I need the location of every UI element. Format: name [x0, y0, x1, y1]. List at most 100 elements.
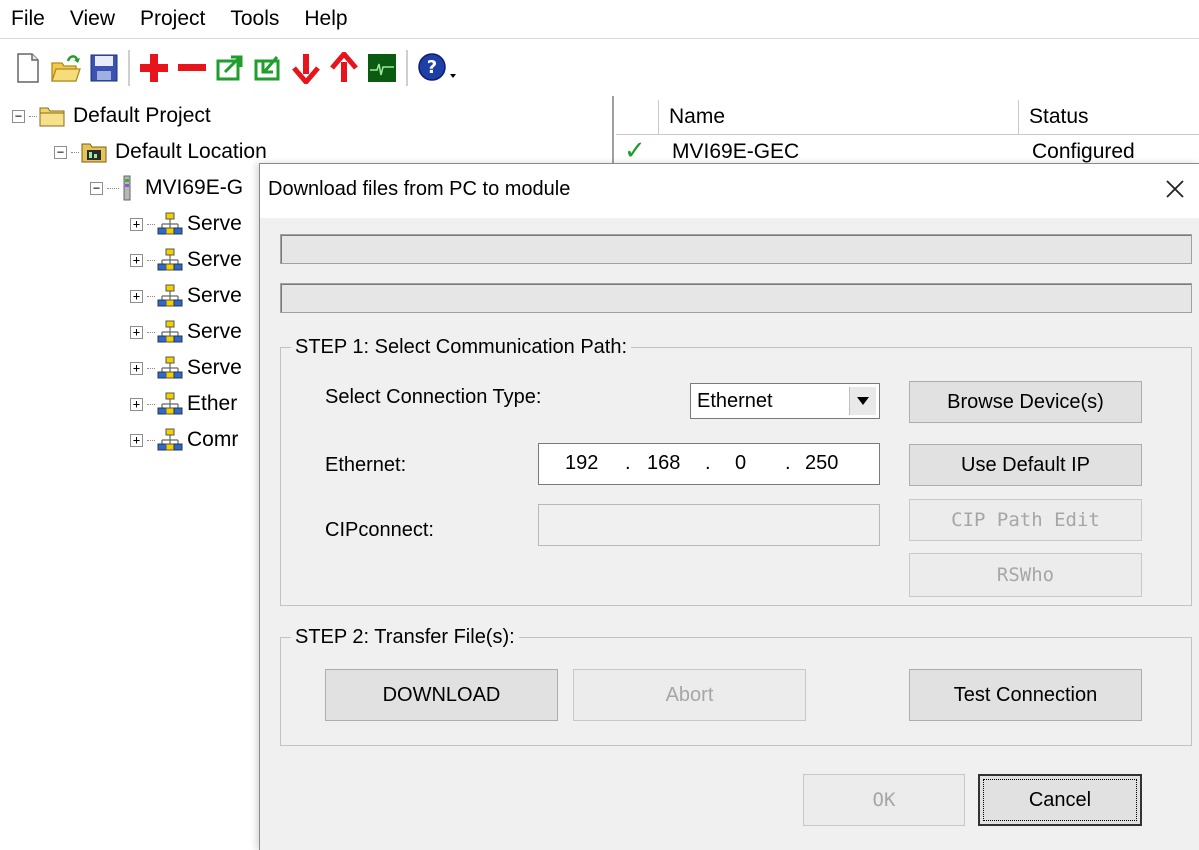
remove-button[interactable]	[176, 50, 208, 86]
download-dialog: Download files from PC to module STEP 1:…	[259, 163, 1199, 850]
dropdown-button[interactable]	[849, 387, 876, 415]
column-header-name[interactable]: Name	[658, 100, 1018, 134]
use-default-ip-button[interactable]: Use Default IP	[909, 444, 1142, 486]
ip-octet-2[interactable]: 168	[647, 452, 680, 475]
collapse-toggle[interactable]: −	[54, 145, 67, 159]
location-icon	[81, 143, 107, 163]
open-folder-icon	[51, 55, 81, 82]
tree-connector	[71, 151, 79, 153]
progress-bar-secondary	[280, 283, 1192, 313]
network-icon	[157, 284, 183, 307]
cancel-button[interactable]: Cancel	[978, 774, 1142, 826]
dialog-titlebar: Download files from PC to module	[260, 164, 1199, 218]
module-icon	[123, 175, 131, 201]
column-header-status[interactable]: Status	[1018, 100, 1199, 134]
ip-address-input[interactable]: 192 . 168 . 0 . 250	[538, 443, 880, 485]
collapse-toggle[interactable]: −	[90, 181, 103, 195]
toolbar-separator	[128, 50, 130, 86]
download-icon	[292, 54, 320, 84]
open-button[interactable]	[50, 50, 82, 86]
tree-item-label: Default Location	[115, 140, 267, 163]
expand-toggle[interactable]: +	[130, 325, 143, 339]
diagnostics-button[interactable]	[366, 50, 398, 86]
import-icon	[254, 56, 280, 81]
tree-item-ethernet[interactable]: + Ether	[130, 387, 237, 421]
close-button[interactable]	[1160, 174, 1190, 204]
download-button[interactable]	[290, 50, 322, 86]
expand-toggle[interactable]: +	[130, 217, 143, 231]
save-button[interactable]	[88, 50, 120, 86]
tree-item-module[interactable]: − MVI69E-G	[90, 171, 243, 205]
toolbar-separator	[406, 50, 408, 86]
tree-item-label: MVI69E-G	[145, 176, 244, 199]
cip-path-edit-button[interactable]: CIP Path Edit	[909, 499, 1142, 541]
save-icon	[90, 54, 118, 82]
tree-connector	[147, 259, 155, 261]
diagnostics-icon	[368, 54, 396, 82]
tree-connector	[147, 331, 155, 333]
step2-legend: STEP 2: Transfer File(s):	[295, 626, 515, 648]
browse-devices-button[interactable]: Browse Device(s)	[909, 381, 1142, 423]
menu-view[interactable]: View	[59, 0, 129, 38]
export-button[interactable]	[214, 50, 246, 86]
ip-octet-3[interactable]: 0	[735, 452, 746, 475]
tree-item-server-3[interactable]: + Serve	[130, 279, 242, 313]
rswho-button[interactable]: RSWho	[909, 553, 1142, 597]
menu-help[interactable]: Help	[293, 0, 361, 38]
tree-item-server-4[interactable]: + Serve	[130, 315, 242, 349]
progress-bar-primary	[280, 234, 1192, 264]
cipconnect-label: CIPconnect:	[325, 519, 434, 541]
tree-connector	[29, 115, 37, 117]
menu-bar: File View Project Tools Help	[0, 0, 1199, 39]
ethernet-label: Ethernet:	[325, 454, 407, 476]
abort-button[interactable]: Abort	[573, 669, 806, 721]
collapse-toggle[interactable]: −	[12, 109, 25, 123]
remove-icon	[178, 64, 206, 71]
tree-item-label: Serve	[187, 248, 242, 271]
ok-button[interactable]: OK	[803, 774, 965, 826]
connection-type-select[interactable]: Ethernet	[690, 383, 880, 419]
list-cell-name: MVI69E-GEC	[672, 140, 800, 163]
column-header-check[interactable]	[616, 100, 658, 134]
tree-item-server-5[interactable]: + Serve	[130, 351, 242, 385]
ip-octet-4[interactable]: 250	[805, 452, 838, 475]
new-file-button[interactable]	[12, 50, 44, 86]
tree-connector	[147, 439, 155, 441]
step1-legend: STEP 1: Select Communication Path:	[295, 336, 628, 358]
tree-connector	[147, 295, 155, 297]
list-header: Name Status	[616, 100, 1199, 135]
toolbar: ?	[0, 40, 1199, 96]
tree-item-label: Ether	[187, 392, 238, 415]
expand-toggle[interactable]: +	[130, 289, 143, 303]
network-icon	[157, 212, 183, 235]
menu-file[interactable]: File	[0, 0, 59, 38]
list-cell-status: Configured	[1032, 140, 1135, 163]
tree-connector	[107, 187, 119, 189]
expand-toggle[interactable]: +	[130, 253, 143, 267]
menu-project[interactable]: Project	[129, 0, 219, 38]
tree-item-server-1[interactable]: + Serve	[130, 207, 242, 241]
expand-toggle[interactable]: +	[130, 433, 143, 447]
ip-octet-1[interactable]: 192	[565, 452, 598, 475]
tree-item-comm[interactable]: + Comr	[130, 423, 238, 457]
new-file-icon	[17, 53, 39, 83]
menu-tools[interactable]: Tools	[219, 0, 293, 38]
download-button[interactable]: DOWNLOAD	[325, 669, 558, 721]
tree-item-label: Serve	[187, 356, 242, 379]
ip-dot-2: .	[705, 452, 711, 474]
tree-item-server-2[interactable]: + Serve	[130, 243, 242, 277]
list-row[interactable]: ✓ MVI69E-GEC Configured	[616, 136, 1199, 166]
dialog-title: Download files from PC to module	[268, 178, 571, 200]
expand-toggle[interactable]: +	[130, 361, 143, 375]
expand-toggle[interactable]: +	[130, 397, 143, 411]
import-button[interactable]	[252, 50, 284, 86]
test-connection-button[interactable]: Test Connection	[909, 669, 1142, 721]
cipconnect-input[interactable]	[538, 504, 880, 546]
upload-button[interactable]	[328, 50, 360, 86]
tree-item-default-project[interactable]: − Default Project	[12, 99, 211, 133]
help-button[interactable]: ?	[416, 50, 460, 86]
add-button[interactable]	[138, 50, 170, 86]
tree-item-default-location[interactable]: − Default Location	[54, 135, 267, 169]
connection-type-label: Select Connection Type:	[325, 386, 542, 408]
tree-item-label: Default Project	[73, 104, 211, 127]
